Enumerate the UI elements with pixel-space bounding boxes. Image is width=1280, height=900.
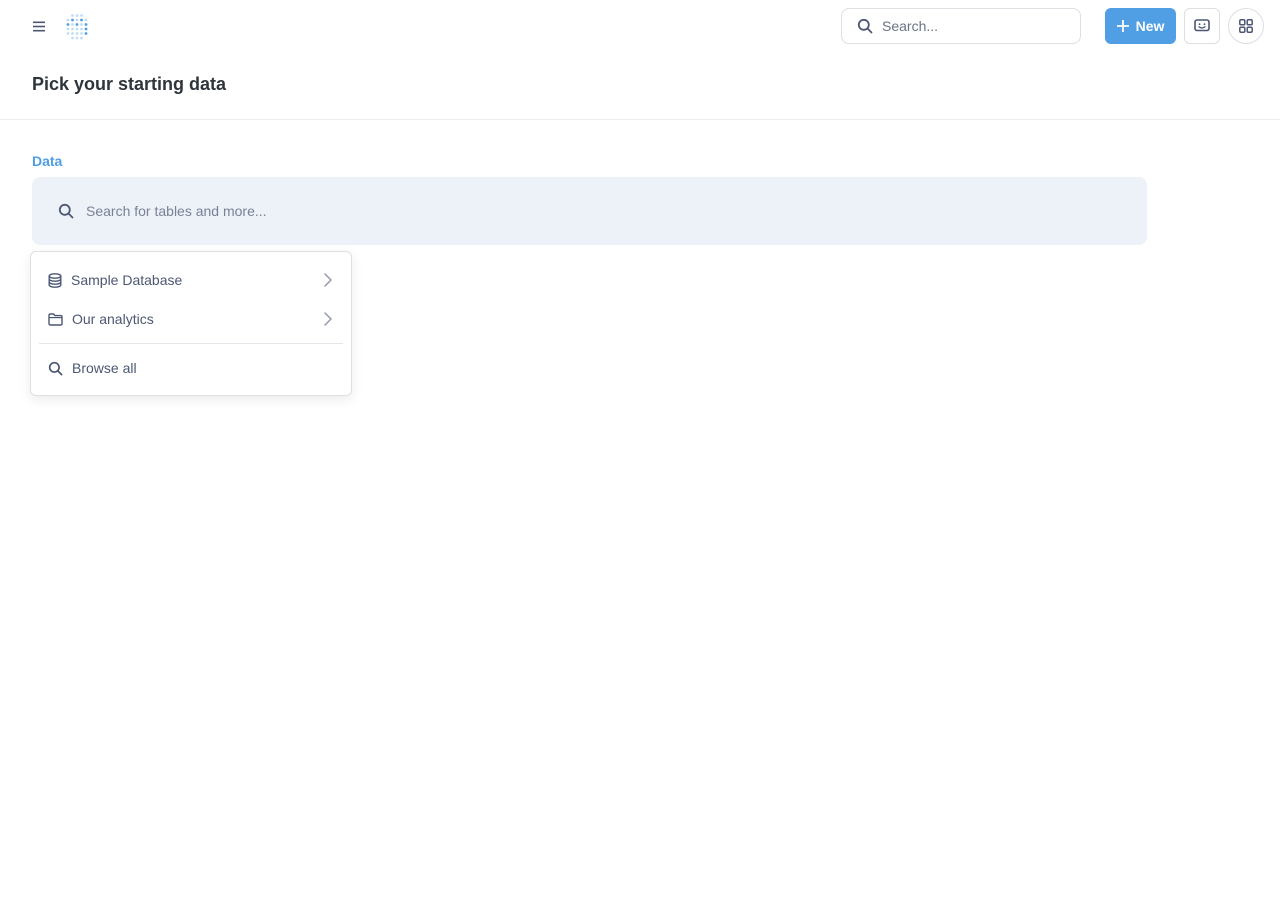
search-icon: [58, 203, 74, 219]
chevron-right-icon: [324, 312, 332, 326]
dropdown-item-label: Our analytics: [72, 311, 154, 327]
data-section-label: Data: [32, 153, 63, 169]
sidebar-toggle-button[interactable]: [27, 14, 51, 38]
dropdown-item-label: Sample Database: [71, 272, 183, 288]
chat-bubble-icon: [1194, 19, 1210, 32]
header-divider: [0, 119, 1280, 120]
global-search-input[interactable]: [882, 18, 1072, 34]
dropdown-item-our-analytics[interactable]: Our analytics: [39, 301, 343, 337]
dropdown-divider: [39, 343, 343, 344]
folder-icon: [48, 312, 63, 326]
search-icon: [857, 18, 873, 34]
logo-icon: [66, 14, 88, 40]
dropdown-item-label: Browse all: [72, 360, 137, 376]
new-button[interactable]: New: [1105, 8, 1176, 44]
data-search-box[interactable]: [32, 177, 1147, 245]
plus-icon: [1116, 20, 1129, 32]
data-source-dropdown: Sample Database Our analytics Browse all: [30, 251, 352, 396]
chevron-right-icon: [324, 273, 332, 287]
database-icon: [48, 272, 62, 288]
page-title: Pick your starting data: [32, 74, 227, 94]
dropdown-item-browse-all[interactable]: Browse all: [39, 350, 343, 386]
top-navbar: New: [0, 0, 1280, 52]
dropdown-item-sample-database[interactable]: Sample Database: [39, 262, 343, 298]
global-search-box[interactable]: [841, 8, 1081, 44]
metabase-logo[interactable]: [60, 9, 92, 43]
apps-button[interactable]: [1228, 8, 1264, 44]
hamburger-icon: [33, 21, 45, 31]
search-icon: [48, 361, 63, 375]
data-search-input[interactable]: [86, 203, 986, 219]
help-button[interactable]: [1184, 8, 1220, 44]
grid-icon: [1239, 19, 1253, 33]
new-button-label: New: [1135, 18, 1165, 34]
